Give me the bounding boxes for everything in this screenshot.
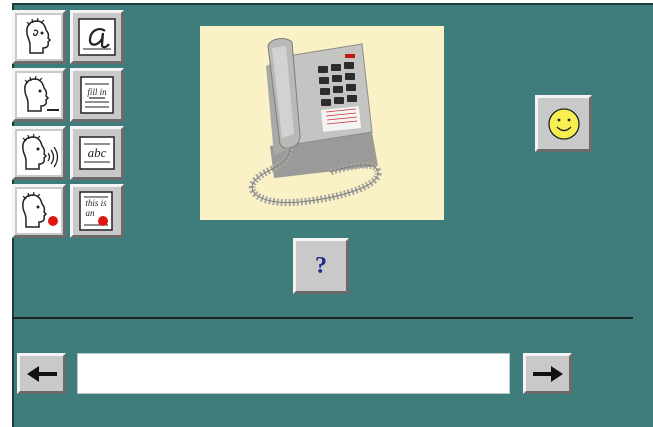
help-button[interactable]: ? xyxy=(293,238,349,294)
left-arrow-icon xyxy=(26,365,57,382)
right-arrow-icon xyxy=(532,365,563,382)
smiley-face-icon xyxy=(547,107,580,140)
answer-field[interactable] xyxy=(77,353,510,394)
sentence-record-button[interactable]: this is an xyxy=(70,184,124,238)
show-letter-button[interactable] xyxy=(70,10,124,64)
head-speaking-icon xyxy=(17,15,61,59)
fill-in-card-icon: fill in xyxy=(80,76,114,114)
previous-button[interactable] xyxy=(17,353,66,394)
listen-sound-button[interactable] xyxy=(12,126,66,180)
divider-line xyxy=(12,317,633,319)
record-voice-button[interactable] xyxy=(12,184,66,238)
telephone-image xyxy=(200,26,444,220)
smiley-button[interactable] xyxy=(535,95,592,152)
abc-card-icon: abc xyxy=(79,136,115,170)
svg-text:an: an xyxy=(86,208,96,218)
head-speaking-blank-icon xyxy=(17,73,61,117)
fill-in-button[interactable]: fill in xyxy=(70,68,124,122)
svg-text:abc: abc xyxy=(88,145,107,160)
cursive-letter-card-icon xyxy=(78,18,116,56)
sentence-card-record-icon: this is an xyxy=(79,191,113,231)
next-button[interactable] xyxy=(523,353,572,394)
svg-text:fill in: fill in xyxy=(87,87,107,97)
head-record-icon xyxy=(17,189,61,233)
spell-button[interactable]: abc xyxy=(70,126,124,180)
head-sound-waves-icon xyxy=(17,131,61,175)
help-button-label: ? xyxy=(315,252,327,279)
listen-word-button[interactable] xyxy=(12,10,66,64)
svg-text:this is: this is xyxy=(85,198,107,208)
app-window: fill in abc this is an ? xyxy=(0,0,653,427)
listen-blank-button[interactable] xyxy=(12,68,66,122)
telephone-illustration xyxy=(248,38,382,207)
